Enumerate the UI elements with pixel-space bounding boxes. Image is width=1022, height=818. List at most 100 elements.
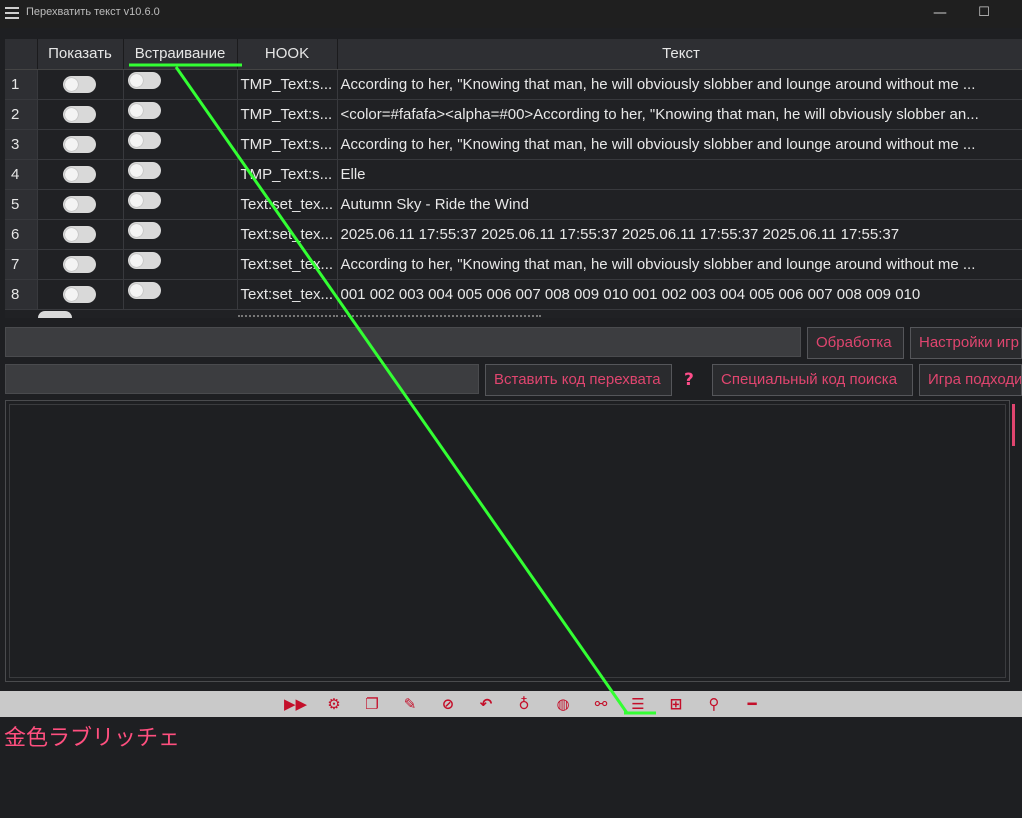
toolbar: ▶▶ ⚙ ❐ ✎ ⊘ ↶ ♁ ◍ ⚯ ☰ ⊞ ⚲ ━ [0,691,1022,717]
toggle-show[interactable] [62,225,96,243]
table-row[interactable]: 8 Text:set_tex... 001 002 003 004 005 006 … [5,279,1022,310]
text-cell[interactable]: <color=#fafafa><alpha=#00>According to h… [337,99,1022,130]
column-header-text[interactable]: Текст [337,39,1022,70]
toggle-show[interactable] [62,195,96,213]
row-number: 1 [5,69,38,100]
translated-text: 金色ラブリッチェ [4,726,181,751]
toggle-show[interactable] [62,75,96,93]
row-number: 7 [5,249,38,280]
toggle-embed[interactable] [127,191,161,209]
table-row-partial [238,315,338,318]
toggle-show[interactable] [62,285,96,303]
text-cell[interactable]: According to her, "Knowing that man, he … [337,69,1022,100]
fast-forward-icon[interactable]: ▶▶ [284,694,307,714]
hook-cell[interactable]: Text:set_tex... [237,189,338,220]
toggle-embed[interactable] [127,221,161,239]
search-input[interactable] [5,364,479,394]
link-icon[interactable]: ⚯ [590,694,612,714]
hook-cell[interactable]: TMP_Text:s... [237,69,338,100]
table-row[interactable]: 4 TMP_Text:s... Elle [5,159,1022,190]
table-row[interactable]: 6 Text:set_tex... 2025.06.11 17:55:37 2025… [5,219,1022,250]
corner-header [5,39,38,70]
window-title: Перехватить текст v10.6.0 [26,6,160,18]
hook-cell[interactable]: Text:set_tex... [237,219,338,250]
title-bar: Перехватить текст v10.6.0 — ☐ [0,0,1022,28]
show-cell [37,249,124,280]
hide-eye-icon[interactable]: ⊘ [437,694,459,714]
processing-button[interactable]: Обработка [807,327,904,359]
insert-hook-button[interactable]: Вставить код перехвата [485,364,672,396]
text-cell[interactable]: Elle [337,159,1022,190]
show-cell [37,69,124,100]
hook-cell[interactable]: Text:set_tex... [237,279,338,310]
hook-cell[interactable]: TMP_Text:s... [237,99,338,130]
embed-cell [123,279,238,310]
gamepad-icon[interactable]: ◍ [552,694,574,714]
table-row[interactable]: 3 TMP_Text:s... According to her, "Knowing… [5,129,1022,160]
show-cell [37,219,124,250]
pin-icon[interactable]: ⚲ [703,694,725,714]
suitable-game-button[interactable]: Игра подходи [919,364,1022,396]
toggle-embed[interactable] [127,161,161,179]
column-header-show[interactable]: Показать [37,39,124,70]
row-number: 4 [5,159,38,190]
hook-cell[interactable]: TMP_Text:s... [237,159,338,190]
toggle-show[interactable] [62,165,96,183]
windows-icon[interactable]: ⊞ [665,694,687,714]
column-header-hook[interactable]: HOOK [237,39,338,70]
row-number: 2 [5,99,38,130]
table-row[interactable]: 7 Text:set_tex... According to her, "Knowi… [5,249,1022,280]
embed-cell [123,159,238,190]
toggle-embed[interactable] [127,131,161,149]
text-output-panel[interactable] [5,400,1010,682]
embed-cell [123,249,238,280]
hook-cell[interactable]: Text:set_tex... [237,249,338,280]
app-menu-icon[interactable] [5,7,19,19]
toggle-show[interactable] [62,105,96,123]
toggle-show[interactable] [62,135,96,153]
table-row[interactable]: 2 TMP_Text:s... <color=#fafafa><alpha=#00>… [5,99,1022,130]
minus-icon[interactable]: ━ [741,694,763,714]
maximize-button[interactable]: ☐ [969,2,999,24]
hook-code-input[interactable] [5,327,801,357]
undo-icon[interactable]: ↶ [475,694,497,714]
toggle-embed[interactable] [127,281,161,299]
show-cell [37,279,124,310]
minimize-button[interactable]: — [925,2,955,24]
text-cell[interactable]: Autumn Sky - Ride the Wind [337,189,1022,220]
row-number: 5 [5,189,38,220]
toggle-show[interactable] [62,255,96,273]
hook-table: Показать Встраивание HOOK Текст 1 TMP_Tex… [5,39,1022,318]
text-hook-icon[interactable]: ☰ [627,694,649,714]
gear-icon[interactable]: ⚙ [323,694,345,714]
text-output-area[interactable] [9,404,1006,678]
text-cell[interactable]: According to her, "Knowing that man, he … [337,249,1022,280]
special-search-button[interactable]: Специальный код поиска [712,364,913,396]
show-cell [37,159,124,190]
game-settings-button[interactable]: Настройки игр [910,327,1022,359]
text-cell[interactable]: According to her, "Knowing that man, he … [337,129,1022,160]
copy-icon[interactable]: ❐ [361,694,383,714]
text-cell[interactable]: 2025.06.11 17:55:37 2025.06.11 17:55:37 … [337,219,1022,250]
side-tab-active[interactable] [1012,404,1015,446]
show-cell [37,189,124,220]
column-header-embed[interactable]: Встраивание [123,39,238,70]
table-row-partial-text [341,315,541,318]
edit-icon[interactable]: ✎ [399,694,421,714]
side-tab-label[interactable] [1013,452,1022,512]
translation-panel: 金色ラブリッチェ [0,717,1022,818]
toggle-embed[interactable] [127,101,161,119]
help-icon[interactable]: ? [684,370,694,390]
toggle-show-partial[interactable] [38,311,72,318]
toggle-embed[interactable] [127,71,161,89]
text-cell[interactable]: 001 002 003 004 005 006 007 008 009 010 … [337,279,1022,310]
embed-cell [123,189,238,220]
table-row[interactable]: 5 Text:set_tex... Autumn Sky - Ride the Wi… [5,189,1022,220]
show-cell [37,129,124,160]
embed-cell [123,99,238,130]
toggle-embed[interactable] [127,251,161,269]
row-number: 6 [5,219,38,250]
lightbulb-icon[interactable]: ♁ [513,694,535,714]
table-row[interactable]: 1 TMP_Text:s... According to her, "Knowing… [5,69,1022,100]
hook-cell[interactable]: TMP_Text:s... [237,129,338,160]
